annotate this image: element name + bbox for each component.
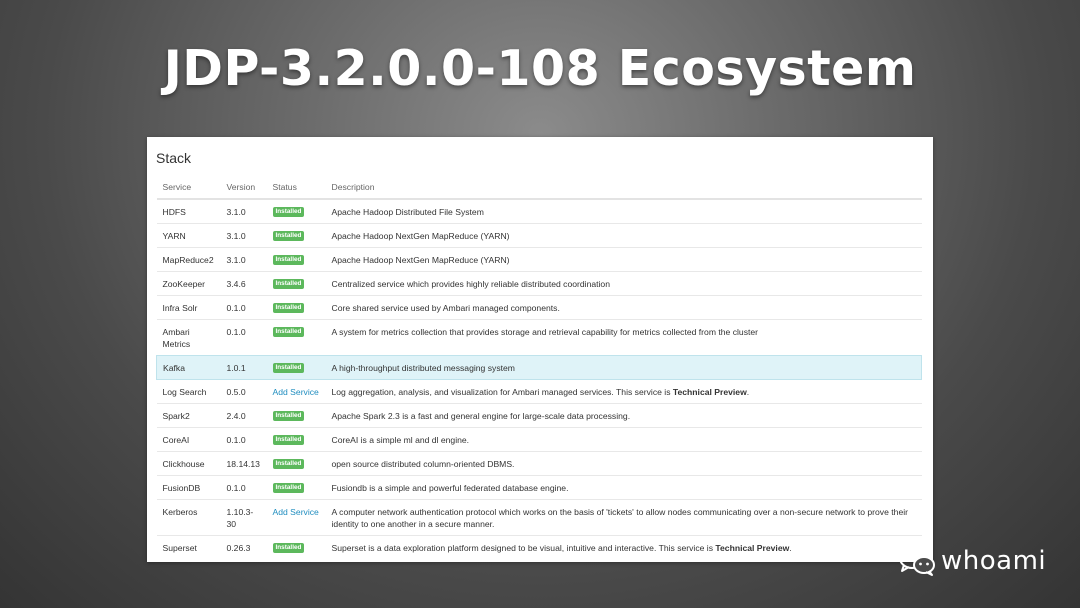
column-header-service[interactable]: Service: [156, 176, 221, 200]
add-service-link[interactable]: Add Service: [273, 507, 319, 517]
table-row[interactable]: MapReduce2 3.1.0 Installed Apache Hadoop…: [156, 247, 922, 272]
column-header-description[interactable]: Description: [325, 176, 922, 200]
service-name: Superset: [156, 535, 221, 559]
service-version: 0.1.0: [220, 295, 267, 320]
watermark-text: whoami: [941, 546, 1047, 576]
service-name: Infra Solr: [156, 295, 221, 320]
service-description: Apache Hadoop NextGen MapReduce (YARN): [325, 247, 922, 272]
installed-badge: Installed: [272, 303, 305, 313]
table-row[interactable]: FusionDB 0.1.0 Installed Fusiondb is a s…: [156, 475, 922, 500]
column-header-status[interactable]: Status: [266, 176, 326, 200]
table-row[interactable]: Spark2 2.4.0 Installed Apache Spark 2.3 …: [156, 403, 922, 428]
service-version: 3.1.0: [220, 198, 267, 224]
table-row[interactable]: CoreAI 0.1.0 Installed CoreAI is a simpl…: [156, 427, 922, 452]
table-row[interactable]: Superset 0.26.3 Installed Superset is a …: [156, 535, 922, 559]
service-version: 1.0.1: [220, 355, 267, 380]
service-name: Kerberos: [156, 499, 221, 536]
service-name: Clickhouse: [156, 451, 221, 476]
service-version: 3.1.0: [220, 223, 267, 248]
column-header-version[interactable]: Version: [220, 176, 267, 200]
service-name: Ambari Metrics: [156, 319, 221, 356]
service-version: 0.5.0: [220, 379, 267, 404]
table-row[interactable]: Infra Solr 0.1.0 Installed Core shared s…: [156, 295, 922, 320]
installed-badge: Installed: [272, 459, 305, 469]
service-version: 3.4.6: [220, 271, 267, 296]
installed-badge: Installed: [272, 411, 305, 421]
service-name: Kafka: [156, 355, 221, 380]
table-row[interactable]: Log Search 0.5.0 Add Service Log aggrega…: [156, 379, 922, 404]
service-description: Fusiondb is a simple and powerful federa…: [325, 475, 922, 500]
table-row[interactable]: YARN 3.1.0 Installed Apache Hadoop NextG…: [156, 223, 922, 248]
service-version: 0.1.0: [220, 427, 267, 452]
table-row[interactable]: Kerberos 1.10.3-30 Add Service A compute…: [156, 499, 922, 536]
service-description: CoreAI is a simple ml and dl engine.: [325, 427, 922, 452]
service-name: ZooKeeper: [156, 271, 221, 296]
table-row[interactable]: Ambari Metrics 0.1.0 Installed A system …: [156, 319, 922, 356]
installed-badge: Installed: [272, 543, 305, 553]
service-description: A computer network authentication protoc…: [325, 499, 922, 536]
installed-badge: Installed: [272, 207, 305, 217]
service-name: YARN: [156, 223, 221, 248]
installed-badge: Installed: [272, 363, 305, 373]
stack-table: Service Version Status Description HDFS …: [156, 176, 922, 559]
installed-badge: Installed: [272, 483, 305, 493]
service-version: 0.26.3: [220, 535, 267, 559]
service-description: Apache Spark 2.3 is a fast and general e…: [325, 403, 922, 428]
wechat-icon: [899, 547, 935, 576]
table-row[interactable]: Clickhouse 18.14.13 Installed open sourc…: [156, 451, 922, 476]
service-name: Log Search: [156, 379, 221, 404]
installed-badge: Installed: [272, 435, 305, 445]
service-description: A system for metrics collection that pro…: [325, 319, 922, 356]
panel-title: Stack: [156, 150, 192, 166]
service-description: A high-throughput distributed messaging …: [325, 355, 922, 380]
service-version: 0.1.0: [220, 475, 267, 500]
service-version: 18.14.13: [220, 451, 267, 476]
service-version: 2.4.0: [220, 403, 267, 428]
service-description: Core shared service used by Ambari manag…: [325, 295, 922, 320]
service-name: Spark2: [156, 403, 221, 428]
service-description: Superset is a data exploration platform …: [325, 535, 922, 559]
service-description: Apache Hadoop NextGen MapReduce (YARN): [325, 223, 922, 248]
service-description: Centralized service which provides highl…: [325, 271, 922, 296]
table-row[interactable]: HDFS 3.1.0 Installed Apache Hadoop Distr…: [156, 198, 922, 224]
service-version: 3.1.0: [220, 247, 267, 272]
service-name: MapReduce2: [156, 247, 221, 272]
add-service-link[interactable]: Add Service: [273, 387, 319, 397]
service-version: 0.1.0: [220, 319, 267, 356]
installed-badge: Installed: [272, 279, 305, 289]
watermark: whoami: [898, 543, 1046, 579]
service-description: open source distributed column-oriented …: [325, 451, 922, 476]
service-description: Log aggregation, analysis, and visualiza…: [325, 379, 922, 404]
slide-title: JDP-3.2.0.0-108 Ecosystem: [163, 40, 917, 97]
service-name: CoreAI: [156, 427, 221, 452]
service-name: FusionDB: [156, 475, 221, 500]
service-name: HDFS: [156, 198, 221, 224]
installed-badge: Installed: [272, 327, 305, 337]
service-description: Apache Hadoop Distributed File System: [325, 198, 922, 224]
stack-panel: Stack Service Version Status Description…: [147, 137, 933, 562]
table-header-row: Service Version Status Description: [156, 176, 922, 200]
service-version: 1.10.3-30: [220, 499, 267, 536]
installed-badge: Installed: [272, 231, 305, 241]
installed-badge: Installed: [272, 255, 305, 265]
table-row-selected[interactable]: Kafka 1.0.1 Installed A high-throughput …: [156, 355, 922, 380]
table-row[interactable]: ZooKeeper 3.4.6 Installed Centralized se…: [156, 271, 922, 296]
